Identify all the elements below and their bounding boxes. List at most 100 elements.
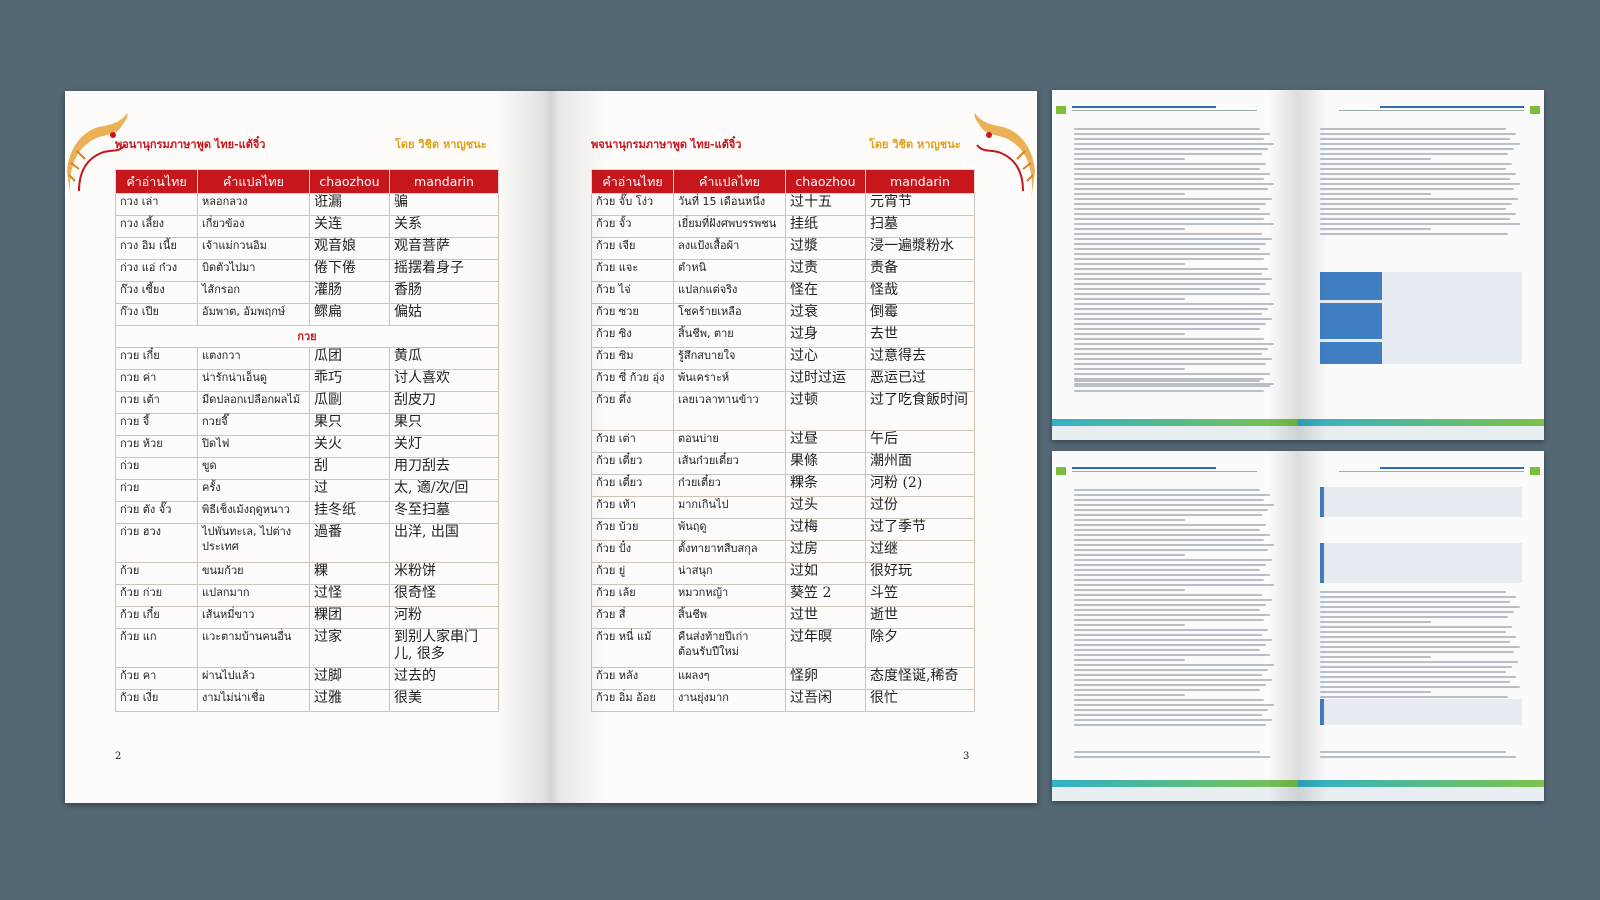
thai-meaning-cell: เลยเวลาทานข้าว [673,391,786,431]
book-header-author: โดย วิชิต หาญชนะ [869,138,961,151]
text-line [1074,373,1270,375]
table-row: กวย เกี๋ย แตงกวา 瓜团 黄瓜 [115,347,499,370]
page-badge [1530,467,1540,475]
mandarin-cell: 除夕 [865,628,975,668]
table-row: ก้วย ยู่ น่าสนุก 过如 很好玩 [591,562,975,585]
table-row: กวย ค่า น่ารักน่าเอ็นดู 乖巧 讨人喜欢 [115,369,499,392]
dictionary-table-right: คำอ่านไทย คำแปลไทย chaozhou mandarin ก้ว… [591,169,975,712]
text-line [1074,380,1260,382]
thai-reading-cell: กวย เต้า [115,391,198,414]
text-line [1320,756,1516,758]
text-line [1320,138,1510,140]
text-line [1074,494,1270,496]
text-line [1320,696,1508,698]
thai-meaning-cell: หมวกหญ้า [673,584,786,607]
mandarin-cell: 观音菩萨 [389,237,499,260]
chaozhou-cell: 葵笠 2 [785,584,866,607]
text-line [1074,499,1264,501]
report-spread-top [1052,90,1544,440]
mandarin-cell: 很好玩 [865,562,975,585]
chaozhou-cell: 观音娘 [309,237,390,260]
text-line [1074,268,1268,270]
thai-meaning-cell: แตงกวา [197,347,310,370]
text-line [1320,128,1506,130]
thai-reading-cell: ก่วง แอ่ ก๋วง [115,259,198,282]
text-line [1320,636,1516,638]
thai-reading-cell: ก้วย เจีย [591,237,674,260]
thai-meaning-cell: แปลกมาก [197,584,310,607]
chaozhou-cell: 关火 [309,435,390,458]
thai-reading-cell: ก้วย ซิง [591,325,674,348]
text-line [1320,193,1432,195]
text-line [1074,278,1272,280]
table-row: ก้วย เกี๋ย เส้นหมี่ขาว 粿团 河粉 [115,606,499,629]
chaozhou-cell: 过身 [785,325,866,348]
text-line [1320,606,1520,608]
column-header-thai-reading: คำอ่านไทย [115,169,198,194]
text-line [1074,629,1268,631]
thai-reading-cell: ก้วย ยู่ [591,562,674,585]
chaozhou-cell: 过家 [309,628,390,668]
thai-meaning-cell: บิดตัวไปมา [197,259,310,282]
text-line [1074,569,1260,571]
chaozhou-cell: 过年暝 [785,628,866,668]
text-line [1320,631,1506,633]
chaozhou-cell: 怪在 [785,281,866,304]
text-line [1320,168,1506,170]
thai-reading-cell: ก้วย เล้ย [591,584,674,607]
mandarin-cell: 冬至扫墓 [389,501,499,524]
text-line [1320,223,1520,225]
mandarin-cell: 很忙 [865,689,975,712]
text-line [1074,218,1264,220]
text-line [1320,686,1520,688]
dictionary-book-spread: พจนานุกรมภาษาพูด ไทย-แต้จิ๋ว โดย วิชิต ห… [65,91,1037,803]
text-line [1320,691,1432,693]
mandarin-cell: 香肠 [389,281,499,304]
mandarin-cell: 到别人家串门儿, 很多 [389,628,499,668]
thai-meaning-cell: พ้นเคราะห์ [673,369,786,392]
thai-meaning-cell: สิ้นชีพ [673,606,786,629]
report-footer-bar [1298,419,1544,426]
mandarin-cell: 倒霉 [865,303,975,326]
column-header-thai-reading: คำอ่านไทย [591,169,674,194]
text-line [1074,313,1262,315]
thai-reading-cell: กวง เลี้ยง [115,215,198,238]
text-line [1320,671,1506,673]
table-row: ก้วย เล้ย หมวกหญ้า 葵笠 2 斗笠 [591,584,975,607]
table-row: ก้วย ซี่ ก้วย อุ่ง พ้นเคราะห์ 过时过运 恶运已过 [591,369,975,392]
thai-reading-cell: ก้วย ตึ่ง [591,391,674,431]
column-header-thai-meaning: คำแปลไทย [673,169,786,194]
thai-meaning-cell: เส้นก๋วยเตี๋ยว [673,452,786,475]
mandarin-cell: 出洋, 出国 [389,523,499,563]
text-line [1074,699,1264,701]
text-line [1074,704,1274,706]
text-line [1320,153,1508,155]
table-row: ก้วย ซวย โชคร้ายเหลือ 过衰 倒霉 [591,303,975,326]
thai-reading-cell: ก้วย แก [115,628,198,668]
thai-reading-cell: ก้วย เงี่ย [115,689,198,712]
chaozhou-cell: 挂冬纸 [309,501,390,524]
thai-meaning-cell: อัมพาต, อัมพฤกษ์ [197,303,310,326]
chaozhou-cell: 粿团 [309,606,390,629]
table-row: ก่วง แอ่ ก๋วง บิดตัวไปมา 倦下倦 摇摆着身子 [115,259,499,282]
report-callout-box [1320,699,1522,725]
text-line [1074,228,1186,230]
thai-reading-cell: ก้วย คา [115,667,198,690]
text-line [1074,138,1264,140]
text-line [1074,323,1266,325]
text-line [1074,298,1186,300]
table-row: ก้วย จั้ว เยี่ยมที่ฝังศพบรรพชน 挂纸 扫墓 [591,215,975,238]
chaozhou-cell: 怪卵 [785,667,866,690]
text-line [1320,173,1516,175]
thai-meaning-cell: โชคร้ายเหลือ [673,303,786,326]
table-row: กวย ห้วย ปิดไฟ 关火 关灯 [115,435,499,458]
text-line [1074,719,1272,721]
thai-meaning-cell: ปิดไฟ [197,435,310,458]
chaozhou-cell: 过十五 [785,193,866,216]
thai-meaning-cell: งานยุ่งมาก [673,689,786,712]
section-heading: กวย [115,325,499,348]
text-line [1074,564,1266,566]
thai-reading-cell: กวง เล่า [115,193,198,216]
thai-reading-cell: ก้วย สี่ [591,606,674,629]
text-line [1074,308,1268,310]
